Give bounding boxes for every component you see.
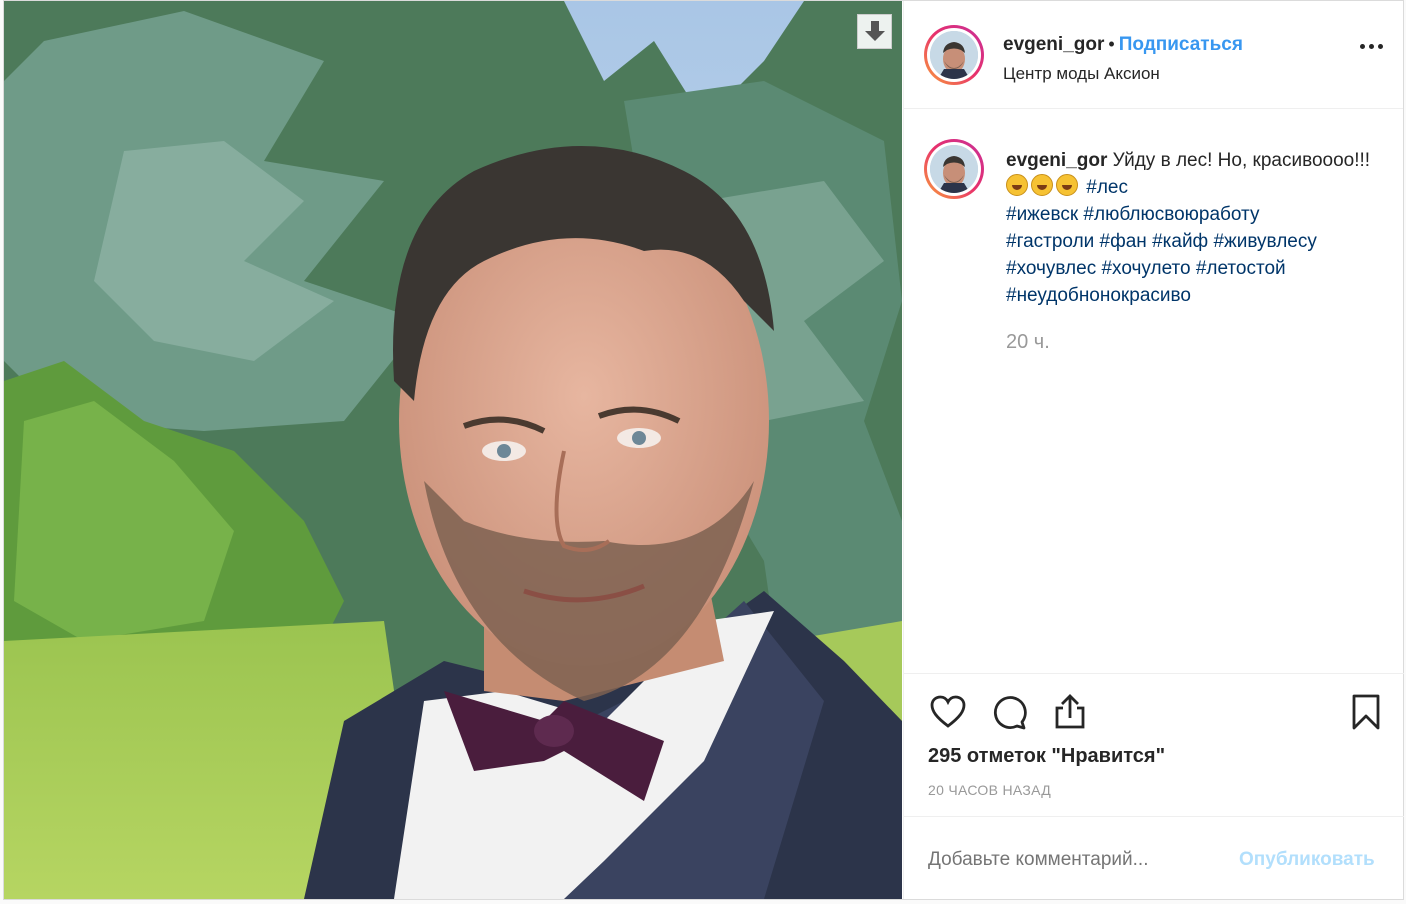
heart-icon[interactable]: [928, 692, 968, 732]
comment-bar: Опубликовать: [904, 816, 1404, 900]
hashtag-link[interactable]: #хочувлес #хочулето #летостой: [1006, 258, 1286, 279]
header-text: evgeni_gor • Подписаться Центр моды Аксион: [1003, 34, 1243, 84]
hashtag-link[interactable]: #лес: [1086, 177, 1128, 198]
actions-section: 295 отметок "Нравится" 20 ЧАСОВ НАЗАД Оп…: [904, 673, 1404, 899]
hashtag-link[interactable]: #ижевск #люблюсвоюработу: [1006, 204, 1259, 225]
post-photo[interactable]: [4, 1, 902, 899]
hashtag-link[interactable]: #гастроли #фан #кайф #живувлесу: [1006, 231, 1317, 252]
rolling-laughing-emoji: [1006, 174, 1028, 196]
username-link[interactable]: evgeni_gor: [1003, 34, 1104, 55]
caption-body: Уйду в лес! Но, красивоооо!!!: [1112, 150, 1371, 171]
follow-button[interactable]: Подписаться: [1119, 34, 1243, 55]
separator-dot: •: [1108, 34, 1115, 54]
comment-icon[interactable]: [989, 692, 1029, 732]
action-icons: [928, 692, 1380, 732]
rolling-laughing-emoji: [1031, 174, 1053, 196]
caption-username[interactable]: evgeni_gor: [1006, 150, 1107, 171]
download-icon: [864, 20, 885, 41]
download-button[interactable]: [857, 14, 892, 49]
caption-text: evgeni_gor Уйду в лес! Но, красивоооо!!!…: [1006, 147, 1376, 309]
post-side-panel: evgeni_gor • Подписаться Центр моды Аксион: [903, 1, 1404, 899]
likes-count[interactable]: 295 отметок "Нравится": [928, 745, 1165, 768]
caption-time: 20 ч.: [1006, 331, 1050, 353]
share-icon[interactable]: [1050, 692, 1090, 732]
instagram-post: evgeni_gor • Подписаться Центр моды Аксион: [3, 0, 1404, 900]
location-link[interactable]: Центр моды Аксион: [1003, 64, 1243, 84]
caption-avatar[interactable]: [924, 139, 984, 199]
post-header: evgeni_gor • Подписаться Центр моды Аксион: [904, 1, 1403, 109]
hashtag-link[interactable]: #неудобнонокрасиво: [1006, 285, 1191, 306]
rolling-laughing-emoji: [1056, 174, 1078, 196]
more-options-icon[interactable]: [1360, 44, 1383, 49]
comment-input[interactable]: [928, 849, 1228, 871]
bookmark-icon[interactable]: [1346, 692, 1386, 732]
posted-ago: 20 ЧАСОВ НАЗАД: [928, 782, 1051, 798]
avatar[interactable]: [924, 25, 984, 85]
publish-button[interactable]: Опубликовать: [1239, 849, 1375, 871]
